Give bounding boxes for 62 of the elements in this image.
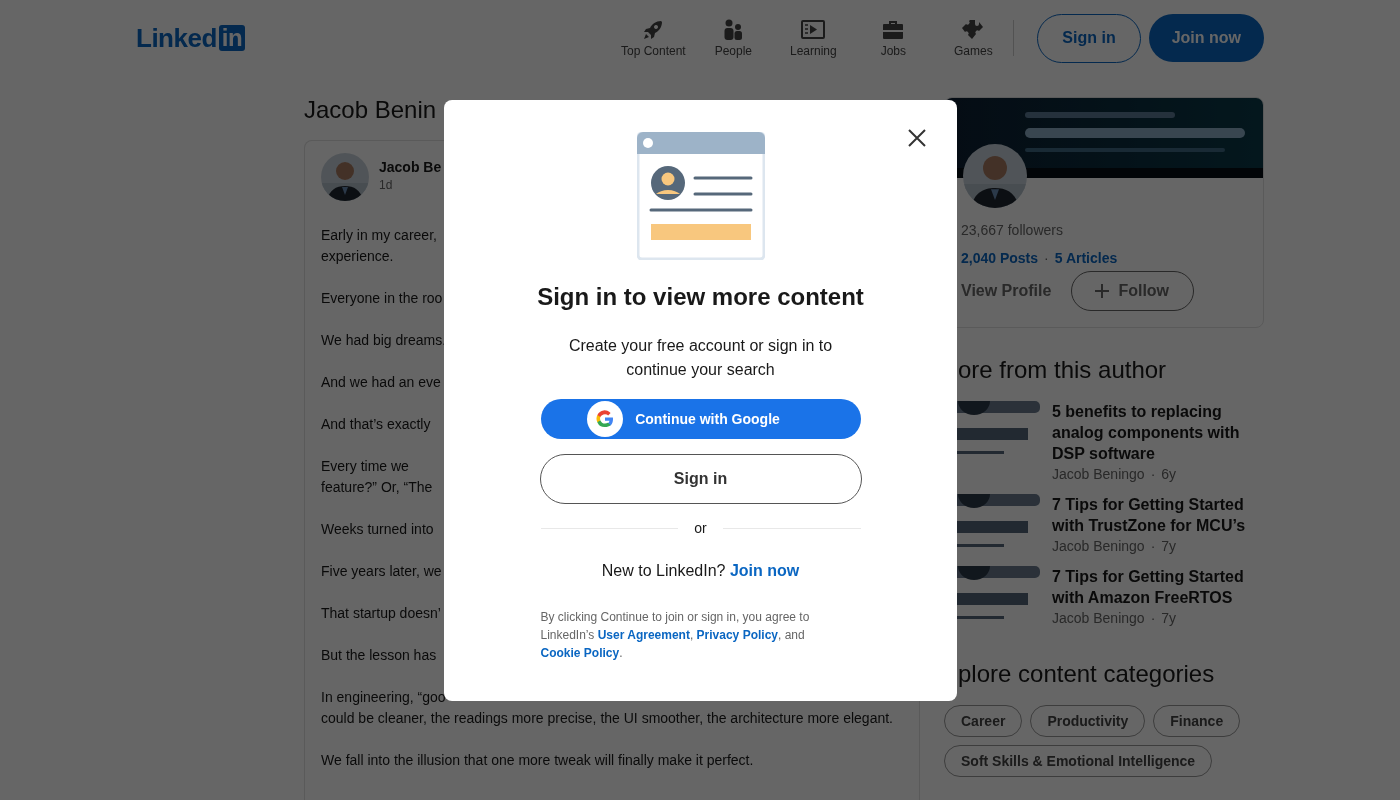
legal-text: By clicking Continue to join or sign in, you agree to LinkedIn’s User Agreement, Privacy Policy, and Cookie Policy. <box>540 609 811 662</box>
nav-link[interactable]: Games <box>933 18 1014 58</box>
section-heading: plore content categories <box>958 659 1215 689</box>
divider-text: or <box>694 520 707 536</box>
paragraph-text: And that’s exactly <box>321 415 431 434</box>
category-chip[interactable]: Soft Skills & Emotional Intelligence <box>944 745 1213 777</box>
paragraph-text: Five years later, we <box>321 562 442 581</box>
category-chip[interactable]: Finance <box>1153 705 1241 737</box>
paragraph-text: Every time we feature?” Or, “The <box>321 457 433 497</box>
g-icon <box>595 409 616 429</box>
articles-link[interactable]: 5 Articles <box>1054 250 1118 266</box>
video-icon <box>801 18 826 42</box>
separator-dot: · <box>1150 538 1156 554</box>
separator-dot: · <box>1150 610 1156 626</box>
paragraph-text: We had big dreams. <box>321 331 447 350</box>
followers-count: 23,667 followers <box>961 222 1063 238</box>
view-profile-link[interactable]: View Profile <box>961 282 1052 300</box>
author-name: Jacob Beningo <box>1052 466 1145 482</box>
nav-link[interactable]: People <box>693 18 774 58</box>
posts-link[interactable]: 2,040 Posts <box>961 250 1039 266</box>
article-age: 6y <box>1161 466 1177 482</box>
author-name: Jacob Beningo <box>1052 610 1145 626</box>
article-title: Jacob Benin <box>304 97 437 123</box>
legal-link[interactable]: Privacy Policy <box>696 628 778 642</box>
join-now-button[interactable]: Join now <box>1148 14 1264 62</box>
paragraph-text: That startup doesn’ <box>321 604 441 623</box>
plus-icon <box>1094 283 1111 299</box>
paragraph-text: But the lesson has <box>321 646 437 665</box>
article-link[interactable]: 7 Tips for Getting Started with Amazon FreeRTOS <box>1052 566 1264 608</box>
paragraph-text: And we had an eve <box>321 373 441 392</box>
author-name: Jacob Beningo <box>1052 538 1145 554</box>
sign-in-button[interactable]: Sign in <box>539 454 862 504</box>
category-chip[interactable]: Career <box>944 705 1023 737</box>
article-link[interactable]: 5 benefits to replacing analog components with DSP software <box>1052 401 1264 464</box>
legal-link[interactable]: User Agreement <box>597 628 690 642</box>
join-now-link[interactable]: Join now <box>729 562 800 579</box>
nav-link[interactable]: Learning <box>773 18 854 58</box>
article-age: 7y <box>1161 610 1177 626</box>
article-age: 7y <box>1161 538 1177 554</box>
join-prompt: New to LinkedIn? Join now <box>601 562 800 580</box>
nav-link[interactable]: Jobs <box>853 18 934 58</box>
dialog-subtitle: Create your free account or sign in to continue your search <box>567 336 834 380</box>
separator-dot: · <box>1150 466 1156 482</box>
section-heading: ore from this author <box>958 355 1167 385</box>
briefcase-icon <box>881 18 906 42</box>
paragraph-text: Early in my career, experience. <box>321 226 437 266</box>
paragraph-text: Weeks turned into <box>321 520 434 539</box>
nav-link[interactable]: Top Content <box>613 18 694 58</box>
paragraph-text: Everyone in the roo <box>321 289 443 308</box>
follow-button[interactable]: Follow <box>1071 271 1195 311</box>
dialog-title: Sign in to view more content <box>537 282 864 312</box>
continue-with-google-button[interactable]: Continue with Google <box>540 399 861 439</box>
logo[interactable]: Linked in <box>136 22 246 54</box>
author-name[interactable]: Jacob Be <box>379 159 442 175</box>
article-link[interactable]: 7 Tips for Getting Started with TrustZone for MCU’s <box>1052 494 1264 536</box>
separator-dot: · <box>1044 250 1049 266</box>
category-chip[interactable]: Productivity <box>1030 705 1146 737</box>
sign-in-button[interactable]: Sign in <box>1037 13 1141 63</box>
paragraph-text: We fall into the illusion that one more tweak will finally make it perfect. <box>321 751 754 770</box>
post-time: 1d <box>379 178 393 192</box>
legal-link[interactable]: Cookie Policy <box>540 646 620 660</box>
paragraph-text: In engineering, “goo could be cleaner, the readings more precise, the UI smoother, the architecture more elegant. <box>321 688 893 728</box>
